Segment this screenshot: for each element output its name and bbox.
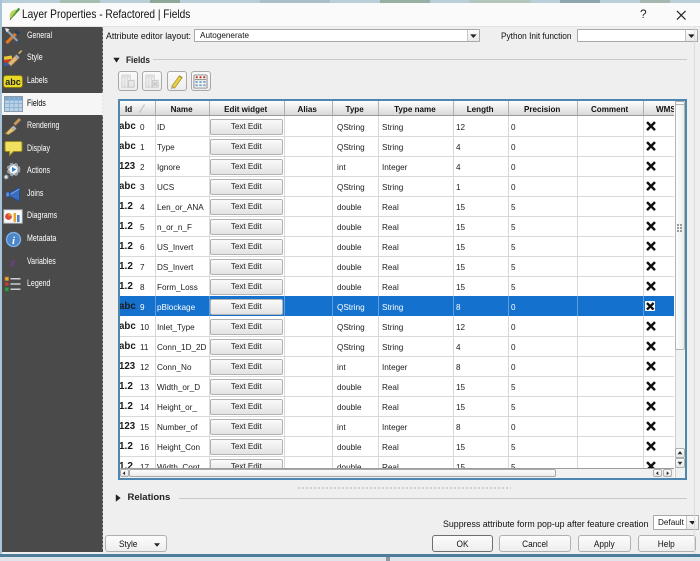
svg-text:ε: ε xyxy=(10,255,16,270)
svg-text:abc: abc xyxy=(5,77,21,87)
